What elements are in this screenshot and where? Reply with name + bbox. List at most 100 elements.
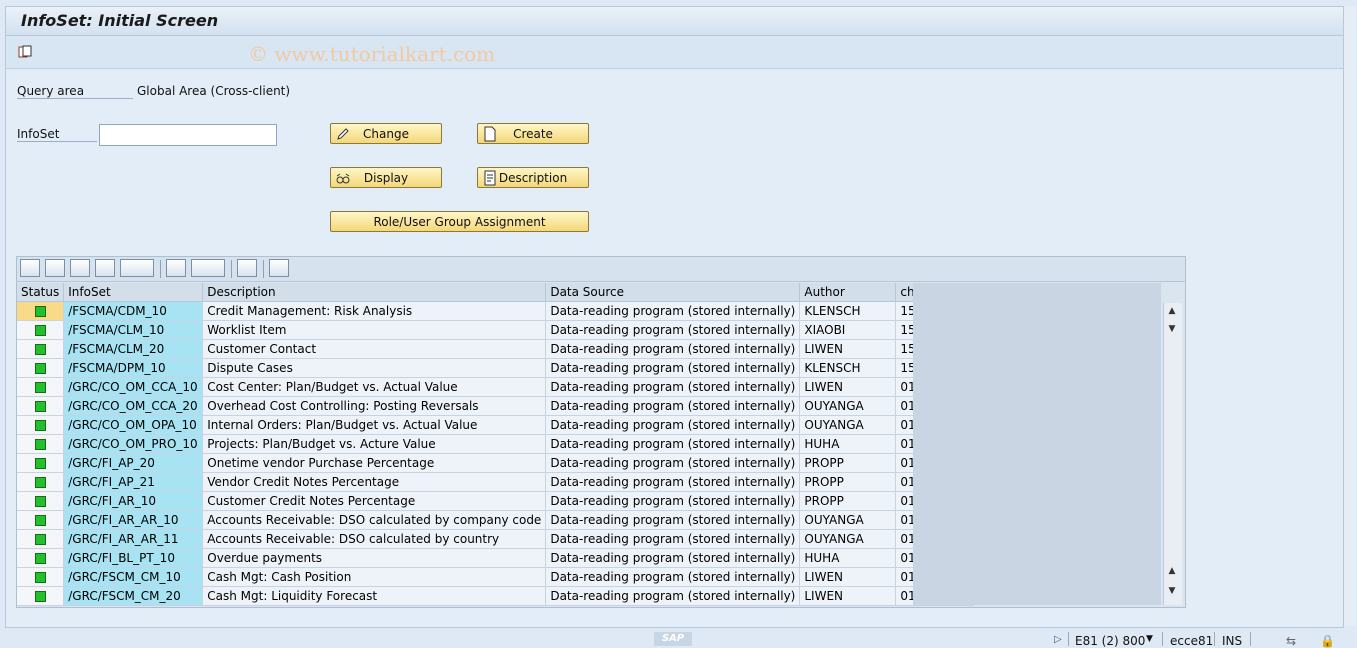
infoset-cell[interactable]: /GRC/CO_OM_CCA_10 [63,377,204,397]
author-cell[interactable]: PROPP [799,453,897,473]
data-source-cell[interactable]: Data-reading program (stored internally) [545,377,801,397]
column-header-author[interactable]: Author [799,283,897,302]
data-source-cell[interactable]: Data-reading program (stored internally) [545,434,801,454]
infoset-cell[interactable]: /FSCMA/DPM_10 [63,358,204,378]
data-source-cell[interactable]: Data-reading program (stored internally) [545,472,801,492]
status-cell[interactable] [17,548,65,568]
infoset-cell[interactable]: /GRC/FSCM_CM_10 [63,567,204,587]
infoset-cell[interactable]: /GRC/FI_AR_AR_10 [63,510,204,530]
infoset-input[interactable] [99,124,277,146]
data-source-cell[interactable]: Data-reading program (stored internally) [545,415,801,435]
column-header-description[interactable]: Description [202,283,547,302]
status-cell[interactable] [17,491,65,511]
status-cell[interactable] [17,434,65,454]
table-row[interactable]: /FSCMA/CDM_10 Credit Management: Risk Ana… [17,301,975,321]
status-expand-icon[interactable]: ▷ [1054,634,1062,645]
column-header-data-source[interactable]: Data Source [545,283,801,302]
infoset-cell[interactable]: /GRC/FI_AR_10 [63,491,204,511]
description-cell[interactable]: Onetime vendor Purchase Percentage [202,453,547,473]
infoset-cell[interactable]: /FSCMA/CLM_10 [63,320,204,340]
set-filter-icon[interactable] [120,259,154,277]
data-source-cell[interactable]: Data-reading program (stored internally) [545,453,801,473]
author-cell[interactable]: LIWEN [799,586,897,606]
description-button[interactable]: Description [477,167,589,188]
window-scrollbar[interactable] [1344,6,1356,626]
infoset-cell[interactable]: /GRC/FI_AP_20 [63,453,204,473]
other-infoset-icon[interactable] [18,45,32,59]
table-row[interactable]: /GRC/FSCM_CM_20 Cash Mgt: Liquidity Forec… [17,586,975,606]
infoset-cell[interactable]: /FSCMA/CDM_10 [63,301,204,321]
infoset-cell[interactable]: /GRC/CO_OM_PRO_10 [63,434,204,454]
create-button[interactable]: Create [477,123,589,144]
infoset-cell[interactable]: /GRC/CO_OM_CCA_20 [63,396,204,416]
data-source-cell[interactable]: Data-reading program (stored internally) [545,586,801,606]
column-header-status[interactable]: Status [17,283,65,302]
description-cell[interactable]: Overhead Cost Controlling: Posting Rever… [202,396,547,416]
table-row[interactable]: /FSCMA/CLM_20 Customer Contact Data-readin… [17,339,975,359]
status-cell[interactable] [17,377,65,397]
description-cell[interactable]: Cash Mgt: Liquidity Forecast [202,586,547,606]
author-cell[interactable]: OUYANGA [799,529,897,549]
table-row[interactable]: /GRC/CO_OM_CCA_20 Overhead Cost Controlli… [17,396,975,416]
description-cell[interactable]: Internal Orders: Plan/Budget vs. Actual … [202,415,547,435]
system-dropdown-icon[interactable]: ▼ [1146,634,1153,644]
status-cell[interactable] [17,586,65,606]
status-cell[interactable] [17,415,65,435]
print-icon[interactable] [20,259,40,277]
filter-icon[interactable] [45,259,65,277]
status-cell[interactable] [17,301,65,321]
status-cell[interactable] [17,320,65,340]
description-cell[interactable]: Projects: Plan/Budget vs. Acture Value [202,434,547,454]
data-source-cell[interactable]: Data-reading program (stored internally) [545,510,801,530]
data-source-cell[interactable]: Data-reading program (stored internally) [545,358,801,378]
scroll-up-icon[interactable]: ▲ [1166,305,1178,317]
author-cell[interactable]: HUHA [799,434,897,454]
column-header-infoset[interactable]: InfoSet [63,283,204,302]
status-cell[interactable] [17,529,65,549]
data-source-cell[interactable]: Data-reading program (stored internally) [545,548,801,568]
table-row[interactable]: /GRC/CO_OM_CCA_10 Cost Center: Plan/Budge… [17,377,975,397]
find-next-icon[interactable] [95,259,115,277]
table-row[interactable]: /GRC/FI_AR_AR_10 Accounts Receivable: DSO… [17,510,975,530]
description-cell[interactable]: Vendor Credit Notes Percentage [202,472,547,492]
find-icon[interactable] [70,259,90,277]
author-cell[interactable]: KLENSCH [799,301,897,321]
author-cell[interactable]: LIWEN [799,339,897,359]
status-cell[interactable] [17,396,65,416]
data-source-cell[interactable]: Data-reading program (stored internally) [545,396,801,416]
infoset-cell[interactable]: /GRC/FSCM_CM_20 [63,586,204,606]
data-source-cell[interactable]: Data-reading program (stored internally) [545,301,801,321]
description-cell[interactable]: Customer Contact [202,339,547,359]
role-user-group-assignment-button[interactable]: Role/User Group Assignment [330,211,589,232]
status-cell[interactable] [17,567,65,587]
data-source-cell[interactable]: Data-reading program (stored internally) [545,567,801,587]
table-row[interactable]: /GRC/CO_OM_PRO_10 Projects: Plan/Budget v… [17,434,975,454]
description-cell[interactable]: Cash Mgt: Cash Position [202,567,547,587]
status-cell[interactable] [17,472,65,492]
author-cell[interactable]: KLENSCH [799,358,897,378]
data-source-cell[interactable]: Data-reading program (stored internally) [545,339,801,359]
layout-icon[interactable] [191,259,225,277]
author-cell[interactable]: PROPP [799,491,897,511]
table-row[interactable]: /GRC/FI_AP_20 Onetime vendor Purchase Per… [17,453,975,473]
data-source-cell[interactable]: Data-reading program (stored internally) [545,529,801,549]
description-cell[interactable]: Cost Center: Plan/Budget vs. Actual Valu… [202,377,547,397]
infoset-cell[interactable]: /FSCMA/CLM_20 [63,339,204,359]
author-cell[interactable]: OUYANGA [799,510,897,530]
table-row[interactable]: /FSCMA/DPM_10 Dispute Cases Data-reading p… [17,358,975,378]
infoset-cell[interactable]: /GRC/FI_AP_21 [63,472,204,492]
description-cell[interactable]: Accounts Receivable: DSO calculated by c… [202,529,547,549]
author-cell[interactable]: LIWEN [799,377,897,397]
author-cell[interactable]: XIAOBI [799,320,897,340]
table-row[interactable]: /GRC/FSCM_CM_10 Cash Mgt: Cash Position Da… [17,567,975,587]
description-cell[interactable]: Credit Management: Risk Analysis [202,301,547,321]
scroll-down-icon[interactable]: ▼ [1166,323,1178,335]
author-cell[interactable]: OUYANGA [799,415,897,435]
vertical-scrollbar[interactable]: ▲ ▼ ▲ ▼ [1163,303,1182,605]
infoset-cell[interactable]: /GRC/FI_AR_AR_11 [63,529,204,549]
description-cell[interactable]: Dispute Cases [202,358,547,378]
table-row[interactable]: /GRC/FI_AR_10 Customer Credit Notes Perce… [17,491,975,511]
graphic-icon[interactable] [269,259,289,277]
info-icon[interactable] [237,259,257,277]
description-cell[interactable]: Accounts Receivable: DSO calculated by c… [202,510,547,530]
